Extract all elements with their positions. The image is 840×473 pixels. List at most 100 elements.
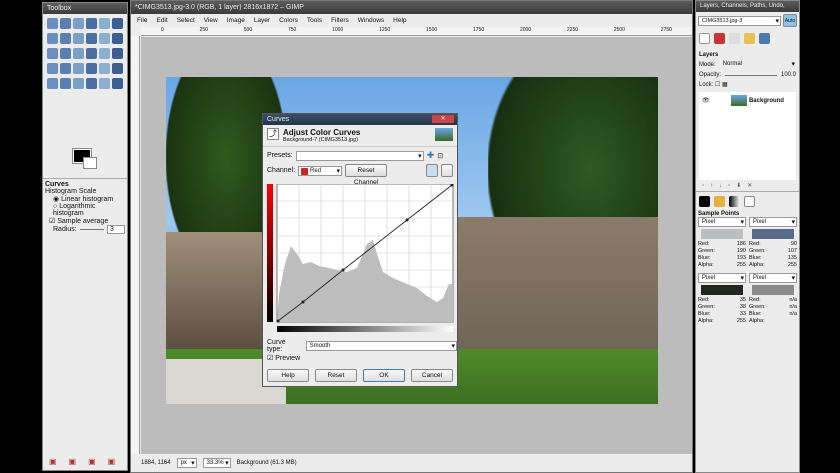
- add-preset-icon[interactable]: ✚: [427, 150, 435, 161]
- presets-select[interactable]: [295, 150, 424, 161]
- statusbar: 1884, 1164 px 33.3% Background (61.3 MB): [131, 454, 692, 472]
- linear-histogram-toggle[interactable]: [426, 164, 438, 177]
- opacity-slider[interactable]: [725, 74, 777, 76]
- sample-mode-select[interactable]: Pixel: [698, 273, 746, 283]
- zoom-select[interactable]: 33.3%: [202, 458, 231, 468]
- curve-type-select[interactable]: Smooth: [305, 341, 457, 351]
- tool-icon[interactable]: [60, 18, 71, 29]
- tool-options-title: Curves: [45, 181, 69, 188]
- preview-checkbox[interactable]: ☑: [267, 355, 275, 362]
- menu-item[interactable]: View: [204, 14, 218, 27]
- menu-item[interactable]: Help: [393, 14, 406, 27]
- tool-icon[interactable]: [73, 78, 84, 89]
- brush-tab[interactable]: [699, 196, 710, 207]
- tool-icon[interactable]: [60, 33, 71, 44]
- cancel-button[interactable]: Cancel: [411, 369, 453, 382]
- tool-icon[interactable]: [99, 48, 110, 59]
- background-color-swatch[interactable]: [83, 157, 97, 169]
- tool-icon[interactable]: [86, 78, 97, 89]
- tool-icon[interactable]: [73, 18, 84, 29]
- menu-item[interactable]: Edit: [156, 14, 167, 27]
- help-button[interactable]: Help: [267, 369, 309, 382]
- tool-icon[interactable]: [99, 33, 110, 44]
- tool-icon[interactable]: [112, 48, 123, 59]
- sample-alpha-value: 255: [736, 262, 746, 268]
- paths-tab[interactable]: [729, 33, 740, 44]
- tool-icon[interactable]: [112, 18, 123, 29]
- sample-blue-value: 135: [787, 255, 797, 261]
- sample-mode-select[interactable]: Pixel: [749, 273, 797, 283]
- mode-label: Mode:: [699, 62, 716, 68]
- menu-item[interactable]: Tools: [307, 14, 322, 27]
- menu-item[interactable]: Select: [177, 14, 195, 27]
- tool-icon[interactable]: [99, 18, 110, 29]
- font-tab[interactable]: [744, 196, 755, 207]
- menu-item[interactable]: File: [137, 14, 147, 27]
- opacity-label: Opacity:: [699, 72, 722, 78]
- radio-linear[interactable]: ◉: [53, 196, 61, 203]
- curves-graph[interactable]: [267, 184, 455, 334]
- channels-tab[interactable]: [714, 33, 725, 44]
- lock-pixels-checkbox[interactable]: ☐ ▦: [715, 82, 728, 88]
- sample-mode-select[interactable]: Pixel: [698, 217, 746, 227]
- tool-icon[interactable]: [112, 78, 123, 89]
- preset-menu-icon[interactable]: ⊡: [437, 152, 443, 160]
- reset-channel-button[interactable]: Reset Channel: [345, 164, 388, 186]
- opacity-value[interactable]: 100.0: [781, 70, 796, 80]
- unit-select[interactable]: px: [176, 458, 197, 468]
- sample-color-swatch: [701, 285, 743, 295]
- curve-type-label: Curve type:: [267, 339, 286, 353]
- tool-icon[interactable]: [73, 48, 84, 59]
- channel-select[interactable]: Red: [298, 165, 343, 176]
- tool-icon[interactable]: [73, 63, 84, 74]
- image-select[interactable]: CIMG3513.jpg-3: [698, 15, 781, 26]
- layer-row[interactable]: 👁 Background: [699, 92, 796, 180]
- tool-icon[interactable]: [86, 48, 97, 59]
- tool-icon[interactable]: [86, 18, 97, 29]
- radius-slider[interactable]: [79, 229, 104, 230]
- ruler-tick: 750: [287, 27, 297, 33]
- undo-tab[interactable]: [744, 33, 755, 44]
- sample-point: Pixel Red: n/a Green: n/a Blue: n/a Alpha:: [749, 273, 797, 325]
- auto-button[interactable]: Auto: [783, 14, 797, 27]
- radius-input[interactable]: 3: [107, 225, 125, 234]
- tool-icon[interactable]: [86, 63, 97, 74]
- menu-item[interactable]: Colors: [279, 14, 298, 27]
- tool-icon[interactable]: [99, 78, 110, 89]
- sample-average-checkbox[interactable]: ☑: [49, 218, 57, 225]
- close-button[interactable]: ✕: [432, 115, 454, 123]
- histogram-tab[interactable]: [759, 33, 770, 44]
- tool-icon[interactable]: [112, 33, 123, 44]
- gradient-tab[interactable]: [729, 196, 740, 207]
- ok-button[interactable]: OK: [363, 369, 405, 382]
- pointer-coords: 1884, 1164: [141, 460, 171, 466]
- tool-icon[interactable]: [99, 63, 110, 74]
- layers-tab[interactable]: [699, 33, 710, 44]
- sample-mode-select[interactable]: Pixel: [749, 217, 797, 227]
- menu-item[interactable]: Filters: [331, 14, 349, 27]
- visibility-eye-icon[interactable]: 👁: [702, 98, 710, 104]
- mode-select[interactable]: Normal: [720, 60, 796, 70]
- menu-item[interactable]: Layer: [254, 14, 270, 27]
- tool-icon[interactable]: [47, 33, 58, 44]
- tool-icon[interactable]: [47, 78, 58, 89]
- tool-icon[interactable]: [47, 18, 58, 29]
- sample-green-label: Green:: [698, 248, 715, 254]
- tool-icon[interactable]: [47, 63, 58, 74]
- sample-green-label: Green:: [698, 304, 715, 310]
- tool-icon[interactable]: [73, 33, 84, 44]
- tool-icon[interactable]: [60, 63, 71, 74]
- tool-icon[interactable]: [60, 78, 71, 89]
- tool-icon[interactable]: [112, 63, 123, 74]
- pattern-tab[interactable]: [714, 196, 725, 207]
- sample-alpha-label: Alpha:: [698, 262, 714, 268]
- menu-item[interactable]: Image: [227, 14, 245, 27]
- log-histogram-toggle[interactable]: [441, 164, 453, 177]
- layers-heading: Layers: [699, 52, 719, 58]
- tool-icon[interactable]: [60, 48, 71, 59]
- reset-button[interactable]: Reset: [315, 369, 357, 382]
- menu-item[interactable]: Windows: [358, 14, 384, 27]
- ruler-tick: 500: [243, 27, 253, 33]
- tool-icon[interactable]: [86, 33, 97, 44]
- tool-icon[interactable]: [47, 48, 58, 59]
